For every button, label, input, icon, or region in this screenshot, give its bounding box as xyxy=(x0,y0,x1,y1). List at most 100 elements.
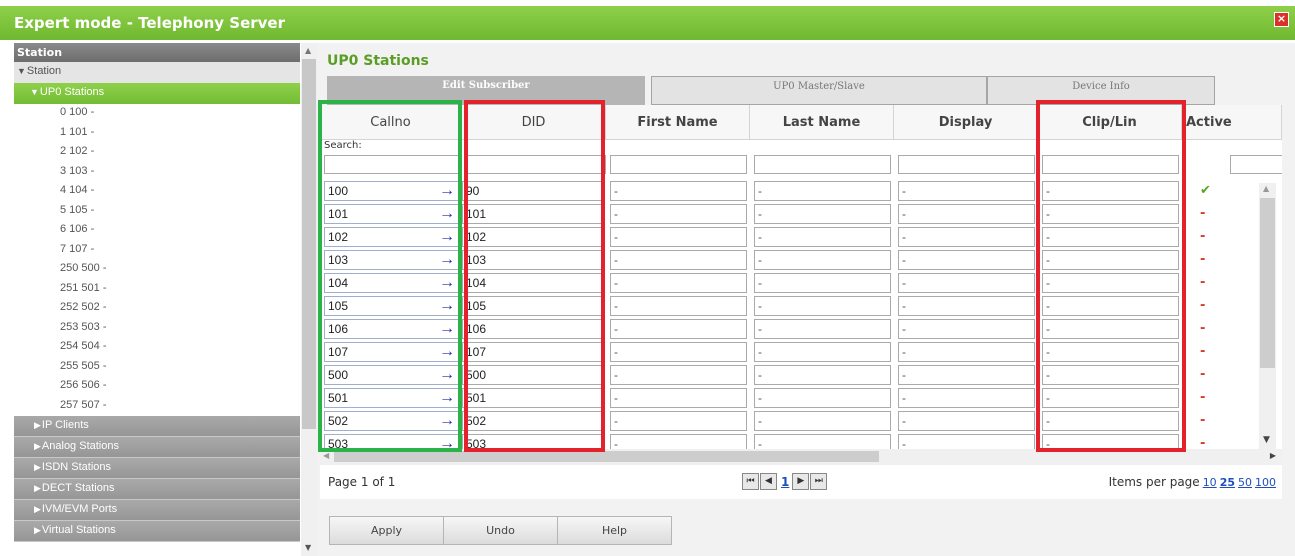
display-field[interactable]: - xyxy=(898,296,1035,316)
did-field[interactable]: 106 xyxy=(462,319,605,339)
sidebar-item-station-entry[interactable]: 257 507 - xyxy=(14,397,300,417)
table-horizontal-scrollbar[interactable]: ◀ ▶ xyxy=(320,449,1282,465)
display-field[interactable]: - xyxy=(898,342,1035,362)
sidebar-item-group[interactable]: ▶ISDN Stations xyxy=(14,458,300,479)
sidebar-item-station-entry[interactable]: 250 500 - xyxy=(14,260,300,280)
last-name-field[interactable]: - xyxy=(754,250,891,270)
sidebar-item-group[interactable]: ▶Virtual Stations xyxy=(14,521,300,542)
first-name-field[interactable]: - xyxy=(610,296,747,316)
sidebar-item-station-entry[interactable]: 5 105 - xyxy=(14,202,300,222)
first-name-field[interactable]: - xyxy=(610,365,747,385)
column-header-clip-lin[interactable]: Clip/Lin xyxy=(1038,105,1182,140)
callno-field[interactable]: 102 → xyxy=(324,227,459,247)
column-header-did[interactable]: DID xyxy=(462,105,606,140)
prev-page-icon[interactable]: ◀ xyxy=(760,473,777,490)
scroll-up-icon[interactable]: ▲ xyxy=(305,46,311,55)
callno-field[interactable]: 500 → xyxy=(324,365,459,385)
clip-lin-field[interactable]: - xyxy=(1042,273,1179,293)
items-per-page-option[interactable]: 100 xyxy=(1255,476,1276,489)
arrow-right-icon[interactable]: → xyxy=(439,297,455,315)
column-header-display[interactable]: Display xyxy=(894,105,1038,140)
clip-lin-field[interactable]: - xyxy=(1042,365,1179,385)
callno-field[interactable]: 106 → xyxy=(324,319,459,339)
callno-field[interactable]: 101 → xyxy=(324,204,459,224)
callno-field[interactable]: 502 → xyxy=(324,411,459,431)
column-header-callno[interactable]: Callno xyxy=(320,105,462,140)
last-name-field[interactable]: - xyxy=(754,319,891,339)
did-field[interactable]: 101 xyxy=(462,204,605,224)
sidebar-item-station-entry[interactable]: 1 101 - xyxy=(14,124,300,144)
clip-lin-field[interactable]: - xyxy=(1042,411,1179,431)
scrollbar-thumb[interactable] xyxy=(1260,198,1275,368)
arrow-right-icon[interactable]: → xyxy=(439,205,455,223)
last-name-field[interactable]: - xyxy=(754,181,891,201)
apply-button[interactable]: Apply xyxy=(329,516,444,545)
last-name-field[interactable]: - xyxy=(754,273,891,293)
clip-lin-field[interactable]: - xyxy=(1042,227,1179,247)
column-header-first-name[interactable]: First Name xyxy=(606,105,750,140)
sidebar-item-group[interactable]: ▶IVM/EVM Ports xyxy=(14,500,300,521)
clip-lin-field[interactable]: - xyxy=(1042,204,1179,224)
display-field[interactable]: - xyxy=(898,365,1035,385)
callno-field[interactable]: 105 → xyxy=(324,296,459,316)
clip-lin-field[interactable]: - xyxy=(1042,388,1179,408)
did-field[interactable]: 107 xyxy=(462,342,605,362)
first-name-field[interactable]: - xyxy=(610,204,747,224)
did-field[interactable]: 501 xyxy=(462,388,605,408)
display-field[interactable]: - xyxy=(898,388,1035,408)
last-name-field[interactable]: - xyxy=(754,411,891,431)
callno-field[interactable]: 501 → xyxy=(324,388,459,408)
arrow-right-icon[interactable]: → xyxy=(439,389,455,407)
display-field[interactable]: - xyxy=(898,411,1035,431)
scroll-down-icon[interactable]: ▼ xyxy=(305,543,311,552)
arrow-right-icon[interactable]: → xyxy=(439,412,455,430)
search-input-first-name[interactable] xyxy=(610,155,747,174)
display-field[interactable]: - xyxy=(898,250,1035,270)
last-page-icon[interactable]: ⏭ xyxy=(810,473,828,490)
first-name-field[interactable]: - xyxy=(610,342,747,362)
sidebar-item-station-entry[interactable]: 252 502 - xyxy=(14,299,300,319)
scrollbar-thumb[interactable] xyxy=(334,451,879,462)
column-header-active[interactable]: Active xyxy=(1182,105,1282,140)
last-name-field[interactable]: - xyxy=(754,342,891,362)
display-field[interactable]: - xyxy=(898,227,1035,247)
sidebar-item-station-entry[interactable]: 256 506 - xyxy=(14,377,300,397)
callno-field[interactable]: 100 → xyxy=(324,181,459,201)
sidebar-item-station-entry[interactable]: 4 104 - xyxy=(14,182,300,202)
page-number-link[interactable]: 1 xyxy=(781,475,789,489)
items-per-page-option[interactable]: 10 xyxy=(1203,476,1217,489)
did-field[interactable]: 500 xyxy=(462,365,605,385)
last-name-field[interactable]: - xyxy=(754,227,891,247)
display-field[interactable]: - xyxy=(898,319,1035,339)
scroll-right-icon[interactable]: ▶ xyxy=(1270,451,1276,460)
did-field[interactable]: 105 xyxy=(462,296,605,316)
first-name-field[interactable]: - xyxy=(610,181,747,201)
search-input-display[interactable] xyxy=(898,155,1035,174)
last-name-field[interactable]: - xyxy=(754,388,891,408)
tab-up0-master-slave[interactable]: UP0 Master/Slave xyxy=(651,76,987,105)
items-per-page-option-current[interactable]: 25 xyxy=(1220,476,1235,489)
tab-device-info[interactable]: Device Info xyxy=(987,76,1215,105)
last-name-field[interactable]: - xyxy=(754,204,891,224)
first-name-field[interactable]: - xyxy=(610,319,747,339)
first-name-field[interactable]: - xyxy=(610,227,747,247)
arrow-right-icon[interactable]: → xyxy=(439,251,455,269)
search-input-callno[interactable] xyxy=(324,155,462,174)
callno-field[interactable]: 104 → xyxy=(324,273,459,293)
did-field[interactable]: 102 xyxy=(462,227,605,247)
sidebar-item-station-entry[interactable]: 255 505 - xyxy=(14,358,300,378)
sidebar-item-station-entry[interactable]: 254 504 - xyxy=(14,338,300,358)
arrow-right-icon[interactable]: → xyxy=(439,343,455,361)
did-field[interactable]: 104 xyxy=(462,273,605,293)
arrow-right-icon[interactable]: → xyxy=(439,320,455,338)
first-name-field[interactable]: - xyxy=(610,388,747,408)
clip-lin-field[interactable]: - xyxy=(1042,342,1179,362)
scroll-up-icon[interactable]: ▲ xyxy=(1263,184,1269,193)
display-field[interactable]: - xyxy=(898,181,1035,201)
search-input-last-name[interactable] xyxy=(754,155,891,174)
arrow-right-icon[interactable]: → xyxy=(439,182,455,200)
scroll-left-icon[interactable]: ◀ xyxy=(323,451,329,460)
callno-field[interactable]: 107 → xyxy=(324,342,459,362)
arrow-right-icon[interactable]: → xyxy=(439,274,455,292)
did-field[interactable]: 103 xyxy=(462,250,605,270)
